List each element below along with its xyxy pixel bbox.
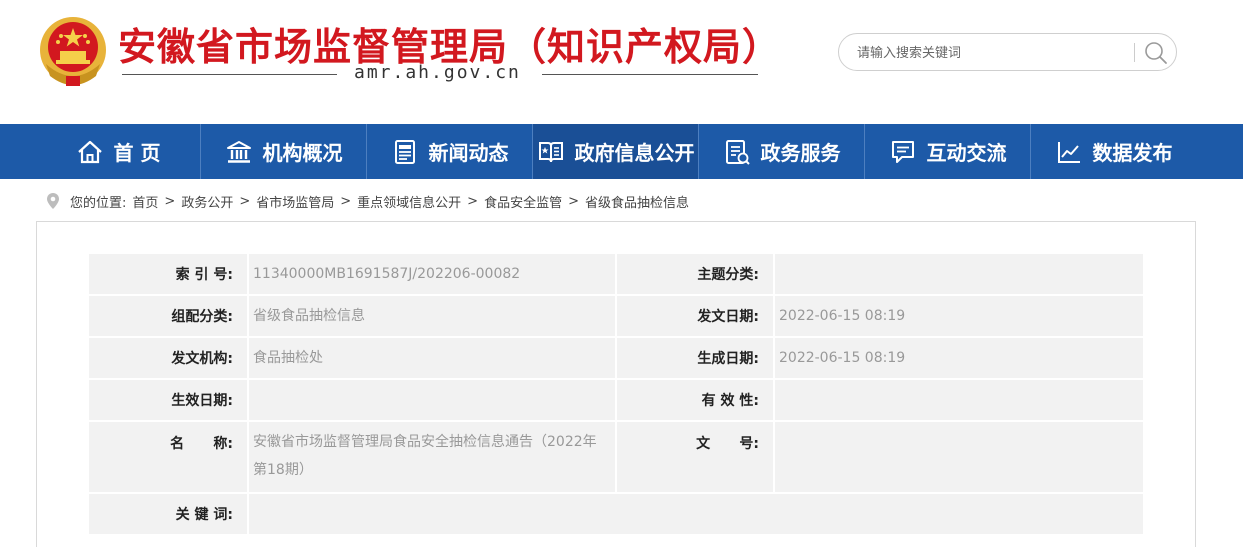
domain-line: amr.ah.gov.cn <box>122 62 758 86</box>
document-info-table: 索 引 号: 11340000MB1691587J/202206-00082 主… <box>87 252 1145 536</box>
content-panel: 索 引 号: 11340000MB1691587J/202206-00082 主… <box>36 221 1196 547</box>
issue-date-value: 2022-06-15 08:19 <box>775 296 1143 336</box>
issuer-value: 食品抽检处 <box>249 338 615 378</box>
gen-date-value: 2022-06-15 08:19 <box>775 338 1143 378</box>
keywords-value <box>249 494 1143 534</box>
validity-value <box>775 380 1143 420</box>
index-no-value: 11340000MB1691587J/202206-00082 <box>249 254 615 294</box>
building-icon <box>226 140 251 163</box>
doc-no-label: 文 号: <box>617 422 773 492</box>
topic-label: 主题分类: <box>617 254 773 294</box>
chat-icon <box>891 140 914 163</box>
breadcrumb-link-gov-open[interactable]: 政务公开 <box>181 192 233 211</box>
nav-item-news[interactable]: 新闻动态 <box>367 124 532 179</box>
breadcrumb-link-home[interactable]: 首页 <box>132 192 158 211</box>
location-pin-icon <box>47 193 59 209</box>
effective-date-label: 生效日期: <box>89 380 247 420</box>
newspaper-icon <box>394 139 415 164</box>
breadcrumb-separator: > <box>467 193 479 209</box>
open-book-icon <box>538 141 563 162</box>
home-icon <box>77 140 102 163</box>
nav-label: 新闻动态 <box>428 141 509 165</box>
service-form-icon <box>725 139 750 165</box>
breadcrumb-prefix: 您的位置: <box>70 195 127 211</box>
doc-no-value <box>775 422 1143 492</box>
table-row: 关 键 词: <box>89 494 1143 534</box>
divider <box>122 74 337 75</box>
nav-item-data[interactable]: 数据发布 <box>1031 124 1196 179</box>
table-row: 组配分类: 省级食品抽检信息 发文日期: 2022-06-15 08:19 <box>89 296 1143 336</box>
validity-label: 有 效 性: <box>617 380 773 420</box>
effective-date-value <box>249 380 615 420</box>
breadcrumb-separator: > <box>340 193 352 209</box>
table-row: 发文机构: 食品抽检处 生成日期: 2022-06-15 08:19 <box>89 338 1143 378</box>
keywords-label: 关 键 词: <box>89 494 247 534</box>
divider <box>542 74 758 75</box>
nav-label: 数据发布 <box>1092 141 1173 165</box>
nav-label: 首 页 <box>113 141 161 165</box>
search-box <box>838 33 1177 71</box>
category-value: 省级食品抽检信息 <box>249 296 615 336</box>
category-label: 组配分类: <box>89 296 247 336</box>
name-value: 安徽省市场监督管理局食品安全抽检信息通告（2022年第18期） <box>249 422 615 492</box>
nav-label: 政务服务 <box>760 141 841 165</box>
gen-date-label: 生成日期: <box>617 338 773 378</box>
nav-label: 政府信息公开 <box>574 141 695 165</box>
breadcrumb-link-key-areas[interactable]: 重点领域信息公开 <box>357 192 461 211</box>
search-input[interactable] <box>857 43 1127 63</box>
nav-item-gov-info[interactable]: 政府信息公开 <box>533 124 698 179</box>
search-icon <box>1145 42 1167 64</box>
breadcrumb-link-current[interactable]: 省级食品抽检信息 <box>585 192 689 211</box>
topic-value <box>775 254 1143 294</box>
nav-label: 机构概况 <box>262 141 343 165</box>
search-button[interactable] <box>1143 40 1169 66</box>
breadcrumb-separator: > <box>239 193 251 209</box>
breadcrumb-link-food-safety[interactable]: 食品安全监管 <box>484 192 562 211</box>
main-nav: 首 页 机构概况 新闻动态 政府信息公开 政务服务 互动交流 数据发布 <box>0 124 1243 179</box>
table-row: 名 称: 安徽省市场监督管理局食品安全抽检信息通告（2022年第18期） 文 号… <box>89 422 1143 492</box>
nav-item-interaction[interactable]: 互动交流 <box>865 124 1030 179</box>
breadcrumb-separator: > <box>164 193 176 209</box>
name-label: 名 称: <box>89 422 247 492</box>
national-emblem-logo[interactable] <box>36 14 110 90</box>
issuer-label: 发文机构: <box>89 338 247 378</box>
table-row: 生效日期: 有 效 性: <box>89 380 1143 420</box>
breadcrumb: 您的位置: 首页 > 政务公开 > 省市场监管局 > 重点领域信息公开 > 食品… <box>46 190 689 212</box>
nav-label: 互动交流 <box>926 141 1007 165</box>
issue-date-label: 发文日期: <box>617 296 773 336</box>
nav-item-home[interactable]: 首 页 <box>36 124 200 179</box>
nav-item-about[interactable]: 机构概况 <box>201 124 366 179</box>
divider <box>1134 43 1135 62</box>
line-chart-icon <box>1057 141 1080 163</box>
site-domain: amr.ah.gov.cn <box>354 62 521 83</box>
nav-item-services[interactable]: 政务服务 <box>699 124 864 179</box>
breadcrumb-link-bureau[interactable]: 省市场监管局 <box>256 192 334 211</box>
breadcrumb-separator: > <box>568 193 579 209</box>
index-no-label: 索 引 号: <box>89 254 247 294</box>
site-header: 安徽省市场监督管理局（知识产权局） amr.ah.gov.cn <box>0 0 1243 124</box>
table-row: 索 引 号: 11340000MB1691587J/202206-00082 主… <box>89 254 1143 294</box>
